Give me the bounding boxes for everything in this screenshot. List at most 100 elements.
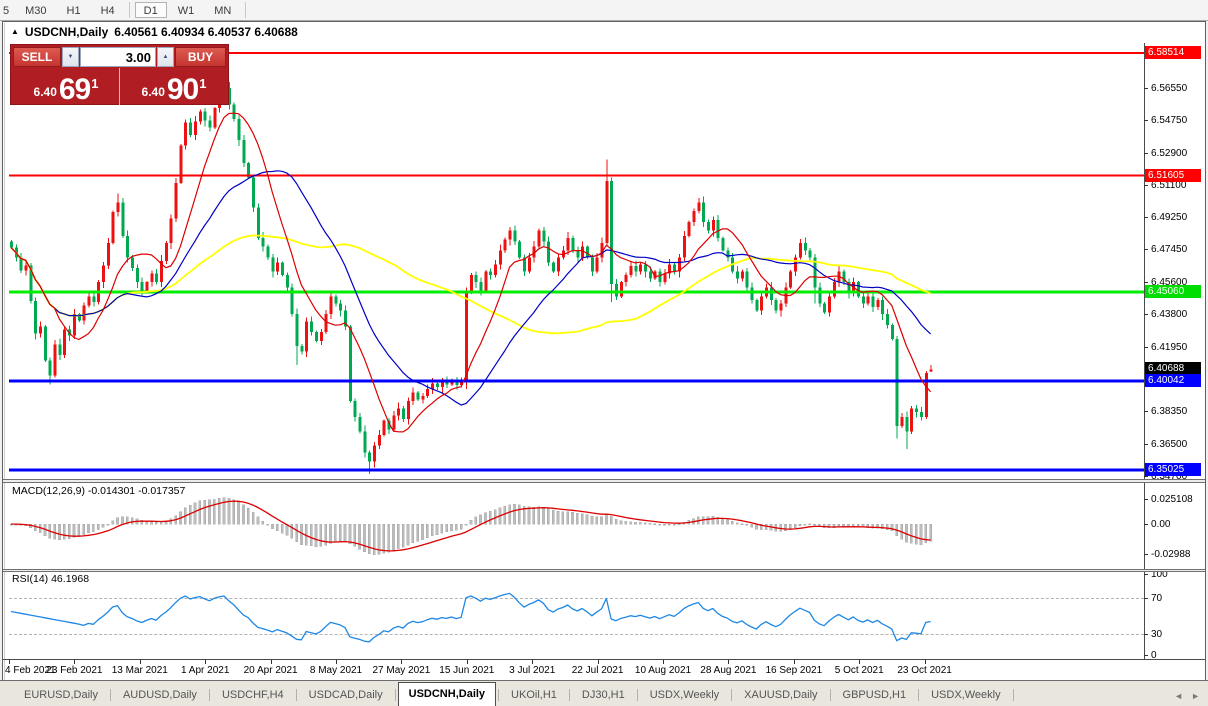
tab-item-dj30-h1[interactable]: DJ30,H1 <box>572 686 635 705</box>
axis-tick-mark <box>1144 634 1148 635</box>
tab-item-usdchf-h4[interactable]: USDCHF,H4 <box>212 686 294 705</box>
buy-price-pips: 90 <box>166 73 199 106</box>
date-label: 3 Jul 2021 <box>509 665 556 676</box>
tab-separator <box>918 689 920 701</box>
axis-tick-mark <box>1144 120 1148 121</box>
macd-signal-line <box>10 500 931 552</box>
price-tick-label: 70 <box>1151 593 1163 604</box>
price-tick-label: 6.41950 <box>1151 342 1188 353</box>
rsi-line <box>10 592 931 643</box>
time-axis-line <box>3 659 1205 660</box>
sell-price-display[interactable]: 6.40 69 1 <box>13 68 118 105</box>
sell-price-pips: 69 <box>58 73 91 106</box>
volume-increase-button[interactable]: ▲ <box>157 47 174 67</box>
timeframe-button-mn[interactable]: MN <box>205 2 240 18</box>
time-tick-mark <box>728 660 729 664</box>
tab-item-usdx-weekly[interactable]: USDX,Weekly <box>640 686 729 705</box>
time-tick-mark <box>271 660 272 664</box>
macd-pane[interactable]: MACD(12,26,9) -0.014301 -0.017357 <box>9 483 1144 569</box>
axis-tick-mark <box>1144 88 1148 89</box>
chart-window: ▲ USDCNH,Daily 6.40561 6.40934 6.40537 6… <box>2 21 1206 681</box>
tab-item-xauusd-daily[interactable]: XAUUSD,Daily <box>734 686 827 705</box>
price-tick-label: 6.47450 <box>1151 244 1188 255</box>
rsi-chart <box>10 592 931 643</box>
axis-tick-mark <box>1144 249 1148 250</box>
tab-item-usdx-weekly[interactable]: USDX,Weekly <box>921 686 1010 705</box>
date-label: 20 Apr 2021 <box>243 665 298 676</box>
pane-splitter[interactable] <box>3 479 1205 483</box>
tab-scroll-right-button[interactable]: ► <box>1191 691 1200 701</box>
volume-input[interactable] <box>81 48 155 66</box>
price-tick-label: 6.49250 <box>1151 212 1188 223</box>
axis-tick-mark <box>1144 347 1148 348</box>
axis-tick-mark <box>1144 598 1148 599</box>
collapse-panel-icon[interactable]: ▲ <box>11 27 19 37</box>
time-tick-mark <box>205 660 206 664</box>
volume-decrease-button[interactable]: ▼ <box>62 47 79 67</box>
axis-tick-mark <box>1144 476 1148 477</box>
axis-tick-mark <box>1144 153 1148 154</box>
price-tick-label: 6.36500 <box>1151 439 1188 450</box>
rsi-label: RSI(14) 46.1968 <box>12 573 90 585</box>
arrow-down-icon: ▼ <box>67 54 74 60</box>
price-tick-label: 0 <box>1151 650 1157 661</box>
rsi-pane[interactable]: RSI(14) 46.1968 <box>9 571 1144 659</box>
time-tick-mark <box>532 660 533 664</box>
axis-tick-mark <box>1144 282 1148 283</box>
price-badge: 6.45060 <box>1145 285 1201 298</box>
tab-separator <box>731 689 733 701</box>
trade-controls-row: SELL ▼ ▲ BUY <box>13 47 226 67</box>
axis-tick-mark <box>1144 314 1148 315</box>
chart-ohlc-quotes: 6.40561 6.40934 6.40537 6.40688 <box>114 25 298 39</box>
time-tick-mark <box>74 660 75 664</box>
toolbar-separator <box>128 2 130 18</box>
buy-button[interactable]: BUY <box>175 47 226 67</box>
tab-item-eurusd-daily[interactable]: EURUSD,Daily <box>14 686 108 705</box>
tab-item-gbpusd-h1[interactable]: GBPUSD,H1 <box>833 686 917 705</box>
time-tick-mark <box>140 660 141 664</box>
axis-tick-mark <box>1144 524 1148 525</box>
price-tick-label: 6.56550 <box>1151 83 1188 94</box>
sell-button[interactable]: SELL <box>13 47 61 67</box>
tab-separator <box>208 689 210 701</box>
pane-splitter[interactable] <box>3 569 1205 572</box>
toolbar-separator <box>245 2 247 18</box>
tab-item-usdcad-daily[interactable]: USDCAD,Daily <box>299 686 393 705</box>
date-label: 8 May 2021 <box>309 665 363 676</box>
price-chart <box>9 51 1144 475</box>
price-badge: 6.58514 <box>1145 46 1201 59</box>
buy-price-base: 6.40 <box>141 85 165 99</box>
tab-scroll-left-button[interactable]: ◄ <box>1174 691 1183 701</box>
price-tick-label: 6.43800 <box>1151 309 1188 320</box>
tab-item-ukoil-h1[interactable]: UKOil,H1 <box>501 686 567 705</box>
timeframe-button-h1[interactable]: H1 <box>58 2 90 18</box>
date-label: 13 Mar 2021 <box>111 665 168 676</box>
ma-fast-line <box>10 112 932 433</box>
tab-separator <box>1012 689 1014 701</box>
arrow-up-icon: ▲ <box>162 54 169 60</box>
timeframe-button-w1[interactable]: W1 <box>169 2 204 18</box>
axis-tick-mark <box>1144 499 1148 500</box>
date-label: 1 Apr 2021 <box>181 665 230 676</box>
axis-tick-mark <box>1144 554 1148 555</box>
axis-tick-mark <box>1144 655 1148 656</box>
tab-item-audusd-daily[interactable]: AUDUSD,Daily <box>113 686 207 705</box>
price-tick-label: 30 <box>1151 629 1163 640</box>
macd-histogram <box>9 497 932 555</box>
price-pane[interactable] <box>9 43 1144 479</box>
buy-price-display[interactable]: 6.40 90 1 <box>121 68 226 105</box>
timeframe-button-m30[interactable]: M30 <box>16 2 55 18</box>
timeframe-button-5[interactable]: 5 <box>1 2 14 18</box>
timeframe-button-h4[interactable]: H4 <box>92 2 124 18</box>
tab-scroll-controls: ◄ ► <box>1174 691 1200 701</box>
axis-tick-mark <box>1144 411 1148 412</box>
axis-tick-mark <box>1144 444 1148 445</box>
candles-group <box>10 79 933 475</box>
timeframe-button-d1[interactable]: D1 <box>134 2 167 18</box>
price-tick-label: 0.00 <box>1151 519 1171 530</box>
one-click-trade-panel: SELL ▼ ▲ BUY 6.40 69 1 <box>10 44 229 105</box>
date-label: 28 Aug 2021 <box>700 665 757 676</box>
tab-item-usdcnh-daily[interactable]: USDCNH,Daily <box>397 682 497 706</box>
date-label: 23 Feb 2021 <box>46 665 103 676</box>
horizontal-lines-group <box>9 51 1144 472</box>
